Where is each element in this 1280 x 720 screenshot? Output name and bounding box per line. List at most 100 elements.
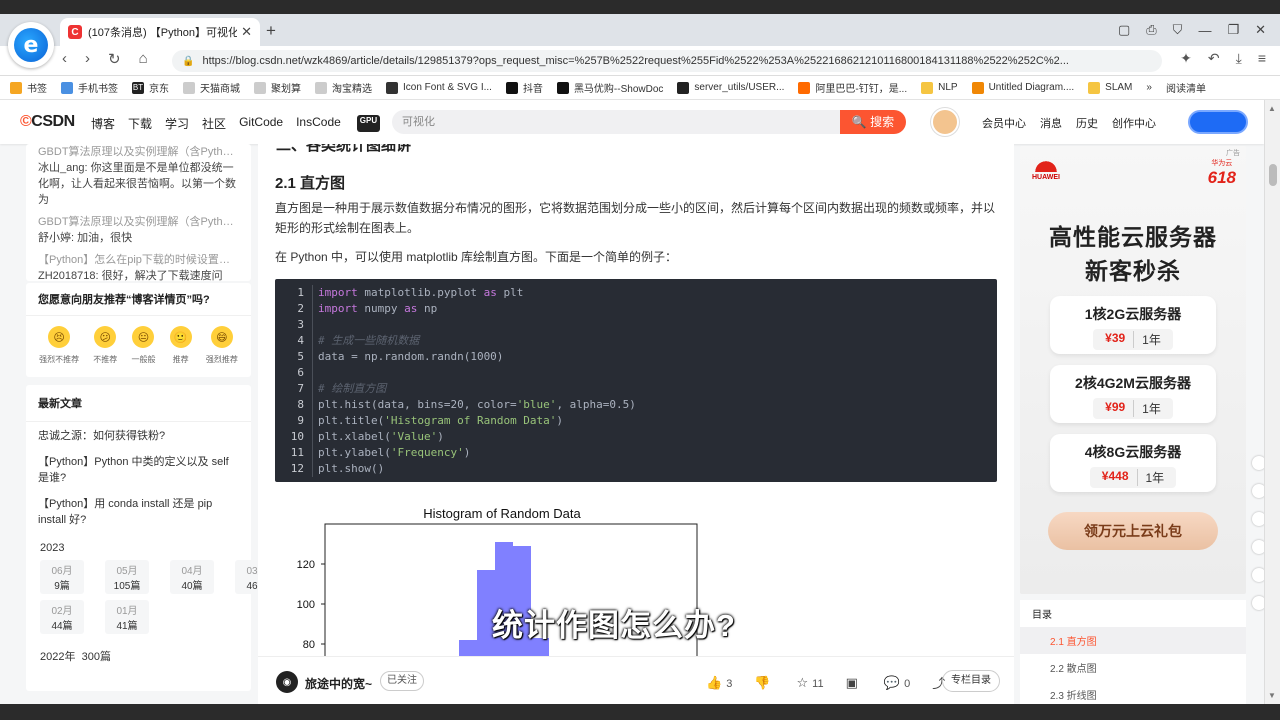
nav-item[interactable]: 社区 <box>202 115 226 132</box>
toc-item[interactable]: 2.2 散点图 <box>1020 654 1246 681</box>
header-link[interactable]: 消息 <box>1040 115 1062 131</box>
author-name[interactable]: 旅途中的宽~ <box>305 675 372 692</box>
float-tool-6[interactable] <box>1252 596 1264 610</box>
bookmark-item[interactable]: 手机书签 <box>61 80 118 95</box>
recent-article-link[interactable]: 忠诚之源：如何获得铁粉? <box>26 422 251 448</box>
bookmark-item[interactable]: 黑马优购--ShowDoc <box>556 80 663 95</box>
float-tool-4[interactable] <box>1252 540 1264 554</box>
minimize-icon[interactable]: — <box>1198 23 1211 38</box>
new-tab-icon[interactable]: + <box>266 21 276 41</box>
csdn-logo[interactable]: ©CSDN <box>20 113 75 131</box>
bookmark-item[interactable]: 阿里巴巴-钉钉，是... <box>798 80 907 95</box>
bookmark-item[interactable]: 聚划算 <box>254 80 301 95</box>
huawei-cloud-ad[interactable]: 广告 HUAWEI 华为云 618 高性能云服务器 新客秒杀 1核2G云服务器 ¥3… <box>1020 146 1246 594</box>
code-text: import numpy as np <box>318 302 438 315</box>
nav-item[interactable]: 下载 <box>128 115 152 132</box>
recommend-option[interactable]: 😣 强烈不推荐 <box>39 326 79 365</box>
star-button[interactable]: ☆ 11 <box>797 675 824 691</box>
search-input[interactable]: 可视化 <box>392 110 840 134</box>
archive-months: 06月 9篇 05月 105篇 04月 40篇 03月 46篇 02月 44篇 01月 41篇 <box>26 560 279 634</box>
bookmark-item[interactable]: Untitled Diagram.... <box>971 81 1074 94</box>
bookmark-item[interactable]: NLP <box>921 81 958 94</box>
comment-button[interactable]: 💬 0 <box>884 675 910 691</box>
archive-year[interactable]: 2023 <box>26 532 251 560</box>
float-tool-2[interactable] <box>1252 484 1264 498</box>
header-link[interactable]: 会员中心 <box>982 115 1026 131</box>
back-icon[interactable]: ‹ <box>62 50 67 68</box>
bookmark-item[interactable]: 淘宝精选 <box>315 80 372 95</box>
create-button[interactable] <box>1188 110 1248 134</box>
bookmark-item[interactable]: 天猫商城 <box>183 80 240 95</box>
user-avatar[interactable] <box>931 108 959 136</box>
recommend-option[interactable]: 🙂 推荐 <box>169 326 192 365</box>
follow-button[interactable]: 已关注 <box>380 671 424 691</box>
url-field[interactable]: 🔒 https://blog.csdn.net/wzk4869/article/… <box>172 50 1162 72</box>
archive-month[interactable]: 04月 40篇 <box>170 560 214 594</box>
scroll-up-icon[interactable]: ▲ <box>1268 104 1276 113</box>
like-button[interactable]: 👍 3 <box>706 675 732 691</box>
toc-item[interactable]: 2.1 直方图 <box>1020 627 1246 654</box>
browser-logo[interactable]: e <box>8 22 54 68</box>
ad-plan-card[interactable]: 2核4G2M云服务器 ¥99 1年 <box>1050 365 1216 423</box>
header-link[interactable]: 历史 <box>1076 115 1098 131</box>
nav-item[interactable]: InsCode <box>296 115 341 132</box>
shield-icon[interactable]: ⛉ <box>1173 22 1183 38</box>
forward-icon[interactable]: › <box>85 50 90 68</box>
home-icon[interactable]: ⌂ <box>139 50 148 68</box>
close-tab-icon[interactable]: ✕ <box>241 24 252 40</box>
archive-year-2022[interactable]: 2022年 300篇 <box>26 634 251 664</box>
recent-article-link[interactable]: 【Python】用 conda install 还是 pip install 好… <box>26 490 251 532</box>
bookmark-item[interactable]: 书签 <box>10 80 47 95</box>
float-tool-1[interactable] <box>1252 456 1264 470</box>
header-link[interactable]: 创作中心 <box>1112 115 1156 131</box>
scroll-down-icon[interactable]: ▼ <box>1268 691 1276 700</box>
nav-item[interactable]: 博客 <box>91 115 115 132</box>
ad-plan-card[interactable]: 1核2G云服务器 ¥39 1年 <box>1050 296 1216 354</box>
recent-article-link[interactable]: 【Python】Python 中类的定义以及 self 是谁? <box>26 448 251 490</box>
recommend-option[interactable]: 😄 强烈推荐 <box>206 326 238 365</box>
toc-item[interactable]: 2.3 折线图 <box>1020 681 1246 704</box>
bookmark-item[interactable]: Icon Font & SVG I... <box>386 81 492 94</box>
bookmark-item[interactable]: server_utils/USER... <box>677 81 784 94</box>
dislike-button[interactable]: 👎 <box>754 675 774 691</box>
author-avatar[interactable]: ◉ <box>276 671 298 693</box>
lock-icon[interactable]: 🔒 <box>182 56 194 67</box>
code-block[interactable]: 1 import matplotlib.pyplot as plt 2 import … <box>275 279 997 482</box>
comment-source[interactable]: GBDT算法原理以及实例理解（含Python... <box>38 214 239 230</box>
tab-actions-icon[interactable]: ▢ <box>1118 22 1130 38</box>
bookmark-item[interactable]: BT 京东 <box>132 80 169 95</box>
archive-month[interactable]: 01月 41篇 <box>105 600 149 634</box>
download-icon[interactable]: ⤓ <box>1236 50 1242 67</box>
code-line: 2 import numpy as np <box>275 301 997 317</box>
comment-source[interactable]: 【Python】怎么在pip下载的时候设置镜... <box>38 252 239 268</box>
undo-icon[interactable]: ↶ <box>1208 50 1220 67</box>
print-icon[interactable]: ⎙ <box>1146 22 1156 38</box>
reload-icon[interactable]: ↻ <box>108 50 121 68</box>
browser-tab[interactable]: C (107条消息) 【Python】可视化: ✕ <box>60 18 260 46</box>
ad-plan-card[interactable]: 4核8G云服务器 ¥448 1年 <box>1050 434 1216 492</box>
nav-item[interactable]: GitCode <box>239 115 283 132</box>
page-scrollbar[interactable]: ▲ ▼ <box>1264 100 1280 704</box>
bookmark-item[interactable]: 抖音 <box>505 80 543 95</box>
close-window-icon[interactable]: ✕ <box>1255 22 1266 38</box>
comment-source[interactable]: GBDT算法原理以及实例理解（含Python... <box>38 144 239 160</box>
column-toc-button[interactable]: 专栏目录 <box>942 670 1000 692</box>
reading-list[interactable]: 阅读清单 <box>1166 80 1206 95</box>
ad-cta-button[interactable]: 领万元上云礼包 <box>1048 512 1218 550</box>
float-tool-5[interactable] <box>1252 568 1264 582</box>
maximize-icon[interactable]: ❐ <box>1227 22 1239 38</box>
recommend-option[interactable]: 😕 不推荐 <box>93 326 117 365</box>
archive-month[interactable]: 05月 105篇 <box>105 560 149 594</box>
search-button[interactable]: 🔍 搜索 <box>840 110 906 134</box>
extensions-icon[interactable]: ✦ <box>1180 50 1192 67</box>
archive-month[interactable]: 02月 44篇 <box>40 600 84 634</box>
bookmarks-more[interactable]: » <box>1146 82 1152 93</box>
nav-item[interactable]: 学习 <box>165 115 189 132</box>
archive-month[interactable]: 06月 9篇 <box>40 560 84 594</box>
scroll-thumb[interactable] <box>1269 164 1277 186</box>
float-tool-3[interactable] <box>1252 512 1264 526</box>
bookmark-item[interactable]: SLAM <box>1088 81 1132 94</box>
menu-icon[interactable]: ≡ <box>1258 50 1266 67</box>
reward-button[interactable]: ▣ <box>846 675 862 691</box>
recommend-option[interactable]: 😐 一般般 <box>131 326 155 365</box>
